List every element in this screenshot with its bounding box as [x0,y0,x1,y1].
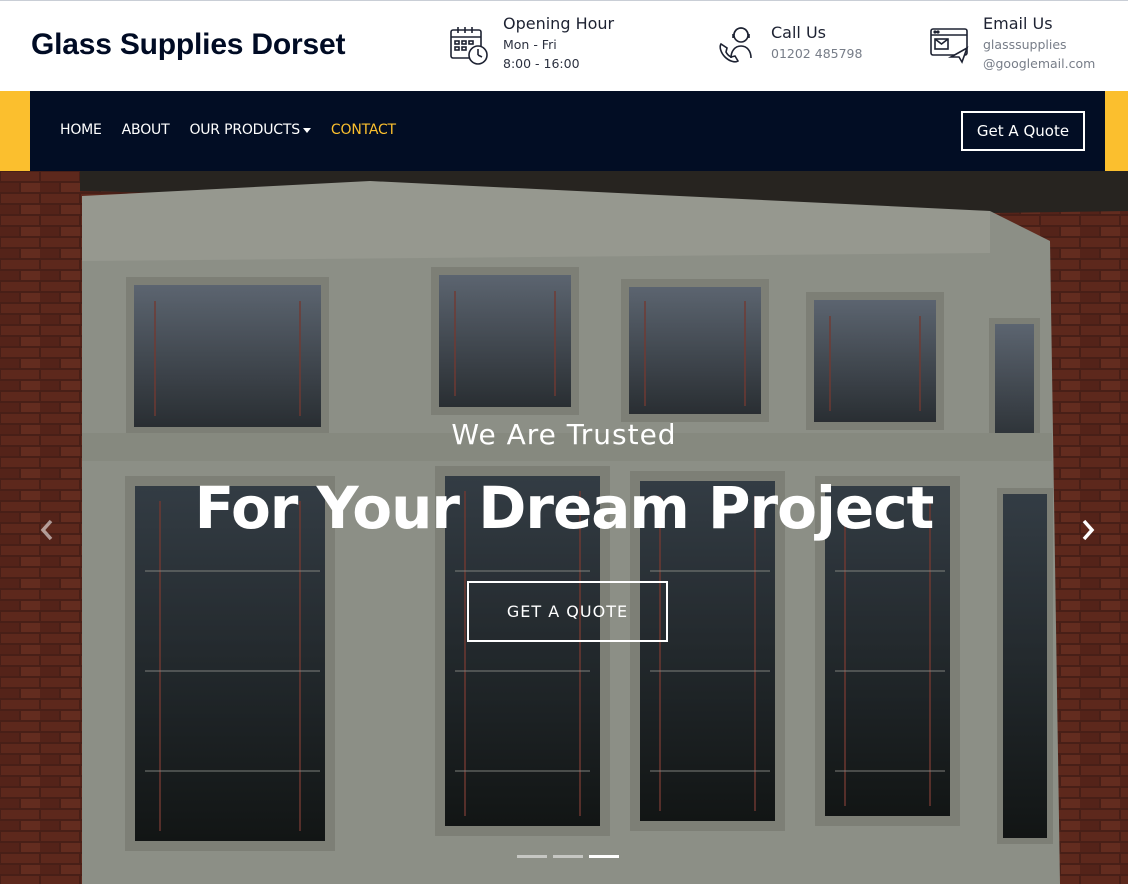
opening-hours-block: Opening Hour Mon - Fri 8:00 - 16:00 [449,13,614,73]
call-us-block: Call Us 01202 485798 [717,22,862,66]
get-a-quote-button[interactable]: Get A Quote [961,111,1085,151]
slide-indicator-3[interactable] [589,855,619,858]
top-header: Glass Supplies Dorset Opening Hour Mon -… [0,0,1128,91]
phone-number[interactable]: 01202 485798 [771,44,862,63]
slider-next-button[interactable] [1076,515,1100,545]
slider-indicators [517,855,619,858]
nav-accent-band: HOME ABOUT OUR PRODUCTS CONTACT Get A Qu… [0,91,1128,171]
calendar-clock-icon [449,24,491,66]
support-agent-icon [717,24,759,66]
chevron-left-icon [40,519,53,541]
nav-item-our-products[interactable]: OUR PRODUCTS [189,122,311,138]
email-icon [929,24,971,66]
nav-item-about[interactable]: ABOUT [122,122,170,138]
hero-headline: For Your Dream Project [194,474,935,542]
email-us-block: Email Us glasssupplies @googlemail.com [929,13,1095,73]
hero-get-a-quote-button[interactable]: GET A QUOTE [467,581,668,642]
email-address-line1[interactable]: glasssupplies [983,35,1095,54]
opening-times: 8:00 - 16:00 [503,56,580,71]
nav-item-home[interactable]: HOME [60,122,102,138]
main-menu: HOME ABOUT OUR PRODUCTS CONTACT [60,122,396,138]
main-navbar: HOME ABOUT OUR PRODUCTS CONTACT Get A Qu… [30,91,1105,171]
hero-kicker-text: We Are Trusted [451,418,677,451]
email-us-title: Email Us [983,14,1053,33]
slide-indicator-1[interactable] [517,855,547,858]
chevron-right-icon [1082,519,1095,541]
nav-item-our-products-label: OUR PRODUCTS [189,122,300,138]
call-us-title: Call Us [771,23,826,42]
opening-hours-title: Opening Hour [503,14,615,33]
slider-prev-button[interactable] [35,515,59,545]
hero-slider: We Are Trusted For Your Dream Project GE… [0,171,1128,884]
site-logo-text[interactable]: Glass Supplies Dorset [31,28,345,62]
opening-days: Mon - Fri [503,37,557,52]
nav-item-contact[interactable]: CONTACT [331,122,396,138]
slide-indicator-2[interactable] [553,855,583,858]
caret-down-icon [302,127,311,133]
email-address-line2[interactable]: @googlemail.com [983,54,1095,73]
